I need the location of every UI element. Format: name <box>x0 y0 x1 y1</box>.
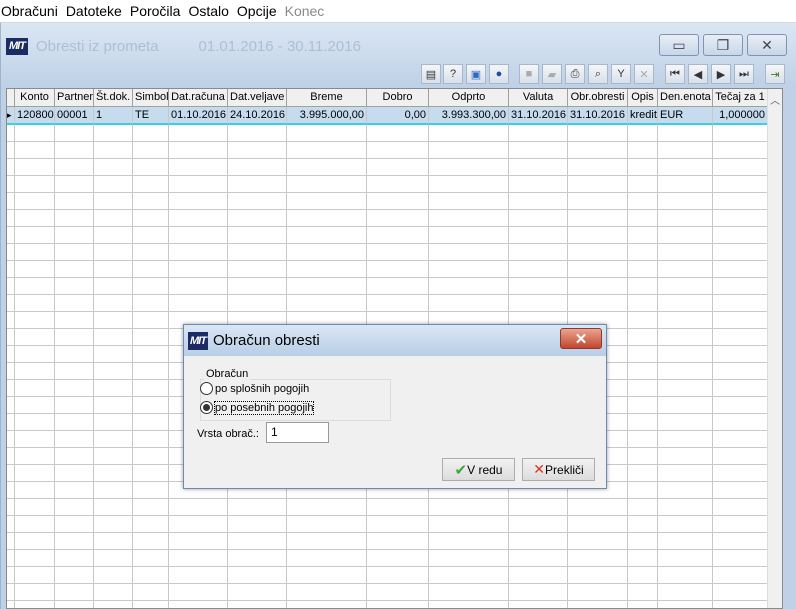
grid-cell[interactable]: 120800 <box>15 107 55 125</box>
column-header[interactable]: Tečaj za 1 <box>713 89 768 107</box>
prev-icon[interactable]: ◀ <box>688 64 708 84</box>
grid-cell[interactable]: 31.10.2016 <box>509 107 568 125</box>
vrsta-input[interactable]: 1 <box>266 422 329 443</box>
grid-header: Konto Partner Št.dok. Simbol Dat.računa Dat.v… <box>7 89 768 107</box>
ok-label: V redu <box>467 462 503 477</box>
grid-cell[interactable]: EUR <box>658 107 713 125</box>
print-icon[interactable]: ⎙ <box>565 64 585 84</box>
window-title: Obresti iz prometa <box>36 37 159 55</box>
next-icon[interactable]: ▶ <box>711 64 731 84</box>
restore-button[interactable]: ❐ <box>703 34 743 56</box>
child-window: MIT Obresti iz prometa 01.01.2016 - 30.1… <box>0 23 796 609</box>
grid-line <box>14 125 15 608</box>
new-icon[interactable]: ■ <box>519 64 539 84</box>
grid-line <box>657 125 658 608</box>
vertical-scrollbar[interactable]: ︿ <box>767 89 782 608</box>
first-icon[interactable]: ⏮ <box>665 64 685 84</box>
radio-label: po posebnih pogojih <box>213 400 315 415</box>
menu-porocila[interactable]: Poročila <box>129 3 186 19</box>
radio-posebni-pogoji[interactable]: po posebnih pogojih <box>200 400 315 415</box>
column-header[interactable]: Breme <box>287 89 367 107</box>
x-icon: ✕ <box>533 461 546 477</box>
help-icon[interactable]: ● <box>489 64 509 84</box>
menu-konec[interactable]: Konec <box>284 3 330 19</box>
column-header[interactable]: Dat.računa <box>169 89 228 107</box>
menu-opcije[interactable]: Opcije <box>236 3 282 19</box>
column-header[interactable]: Simbol <box>133 89 169 107</box>
exit-icon[interactable]: ⇥ <box>765 64 785 84</box>
grid-cell[interactable]: 01.10.2016 <box>169 107 228 125</box>
grid-cell[interactable]: kredit <box>628 107 658 125</box>
window-date-range: 01.01.2016 - 30.11.2016 <box>198 37 361 55</box>
row-pointer-icon[interactable]: ▸ <box>7 107 15 125</box>
dialog-title: Obračun obresti <box>213 332 320 349</box>
grid-cell[interactable]: 24.10.2016 <box>228 107 287 125</box>
table-row[interactable]: ▸ 120800 00001 1 TE 01.10.2016 24.10.2016 3.995… <box>7 107 768 125</box>
dialog-titlebar: MIT Obračun obresti ✕ <box>184 325 606 356</box>
radio-label: po splošnih pogojih <box>215 382 310 395</box>
grid-cell[interactable]: 31.10.2016 <box>568 107 628 125</box>
grid-cell[interactable]: 3.993.300,00 <box>429 107 509 125</box>
last-icon[interactable]: ⏭ <box>734 64 754 84</box>
radio-splosni-pogoji[interactable]: po splošnih pogojih <box>200 382 309 395</box>
menu-bar: Obračuni Datoteke Poročila Ostalo Opcije… <box>0 0 796 22</box>
check-icon: ✔ <box>454 461 468 479</box>
menu-obracuni[interactable]: Obračuni <box>0 3 63 19</box>
row-indicator-header <box>7 89 15 107</box>
menu-ostalo[interactable]: Ostalo <box>187 3 233 19</box>
column-header[interactable]: Št.dok. <box>94 89 133 107</box>
column-header[interactable]: Konto <box>15 89 55 107</box>
dialog-close-button[interactable]: ✕ <box>560 328 602 349</box>
grid-cell[interactable]: 0,00 <box>367 107 429 125</box>
grid-cell[interactable]: TE <box>133 107 169 125</box>
report-icon[interactable]: ▤ <box>421 64 441 84</box>
menu-datoteke[interactable]: Datoteke <box>65 3 127 19</box>
column-header[interactable]: Den.enota <box>658 89 713 107</box>
column-header[interactable]: Obr.obresti <box>568 89 628 107</box>
filter-icon[interactable]: Y <box>611 64 631 84</box>
grid-line <box>627 125 628 608</box>
cancel-label: Prekliči <box>545 462 584 477</box>
grid-cell[interactable]: 00001 <box>55 107 94 125</box>
radio-unchecked-icon[interactable] <box>200 382 213 395</box>
group-label: Obračun <box>204 368 251 380</box>
column-header[interactable]: Dobro <box>367 89 429 107</box>
column-header[interactable]: Dat.veljave <box>228 89 287 107</box>
search-icon[interactable]: ⌕ <box>588 64 608 84</box>
scroll-up-icon[interactable]: ︿ <box>768 89 782 107</box>
column-header[interactable]: Partner <box>55 89 94 107</box>
cancel-button[interactable]: ✕ Prekliči <box>522 458 595 481</box>
grid-cell[interactable]: 3.995.000,00 <box>287 107 367 125</box>
grid-cell[interactable]: 1,000000 <box>713 107 768 125</box>
close-button[interactable]: ✕ <box>747 34 787 56</box>
column-header[interactable]: Valuta <box>509 89 568 107</box>
toolbar: ▤ ? ▣ ● ■ ▰ ⎙ ⌕ Y ✕ ⏮ ◀ ▶ ⏭ ⇥ <box>1 62 796 86</box>
grid-line <box>132 125 133 608</box>
vrsta-label: Vrsta obrač.: <box>197 428 259 440</box>
grid-line <box>168 125 169 608</box>
column-header[interactable]: Odprto <box>429 89 509 107</box>
help-book-icon[interactable]: ? <box>443 64 463 84</box>
grid-line <box>54 125 55 608</box>
app-logo: MIT <box>6 37 28 55</box>
app-logo: MIT <box>188 331 208 350</box>
clear-filter-icon[interactable]: ✕ <box>634 64 654 84</box>
radio-checked-icon[interactable] <box>200 401 213 414</box>
monitor-icon[interactable]: ▣ <box>466 64 486 84</box>
grid-cell[interactable]: 1 <box>94 107 133 125</box>
grid-line <box>93 125 94 608</box>
column-header[interactable]: Opis <box>628 89 658 107</box>
open-icon[interactable]: ▰ <box>542 64 562 84</box>
grid-line <box>712 125 713 608</box>
minimize-button[interactable]: ▭ <box>659 34 699 56</box>
ok-button[interactable]: ✔ V redu <box>442 458 515 481</box>
dialog-obracun-obresti: MIT Obračun obresti ✕ Obračun po splošni… <box>183 324 607 489</box>
